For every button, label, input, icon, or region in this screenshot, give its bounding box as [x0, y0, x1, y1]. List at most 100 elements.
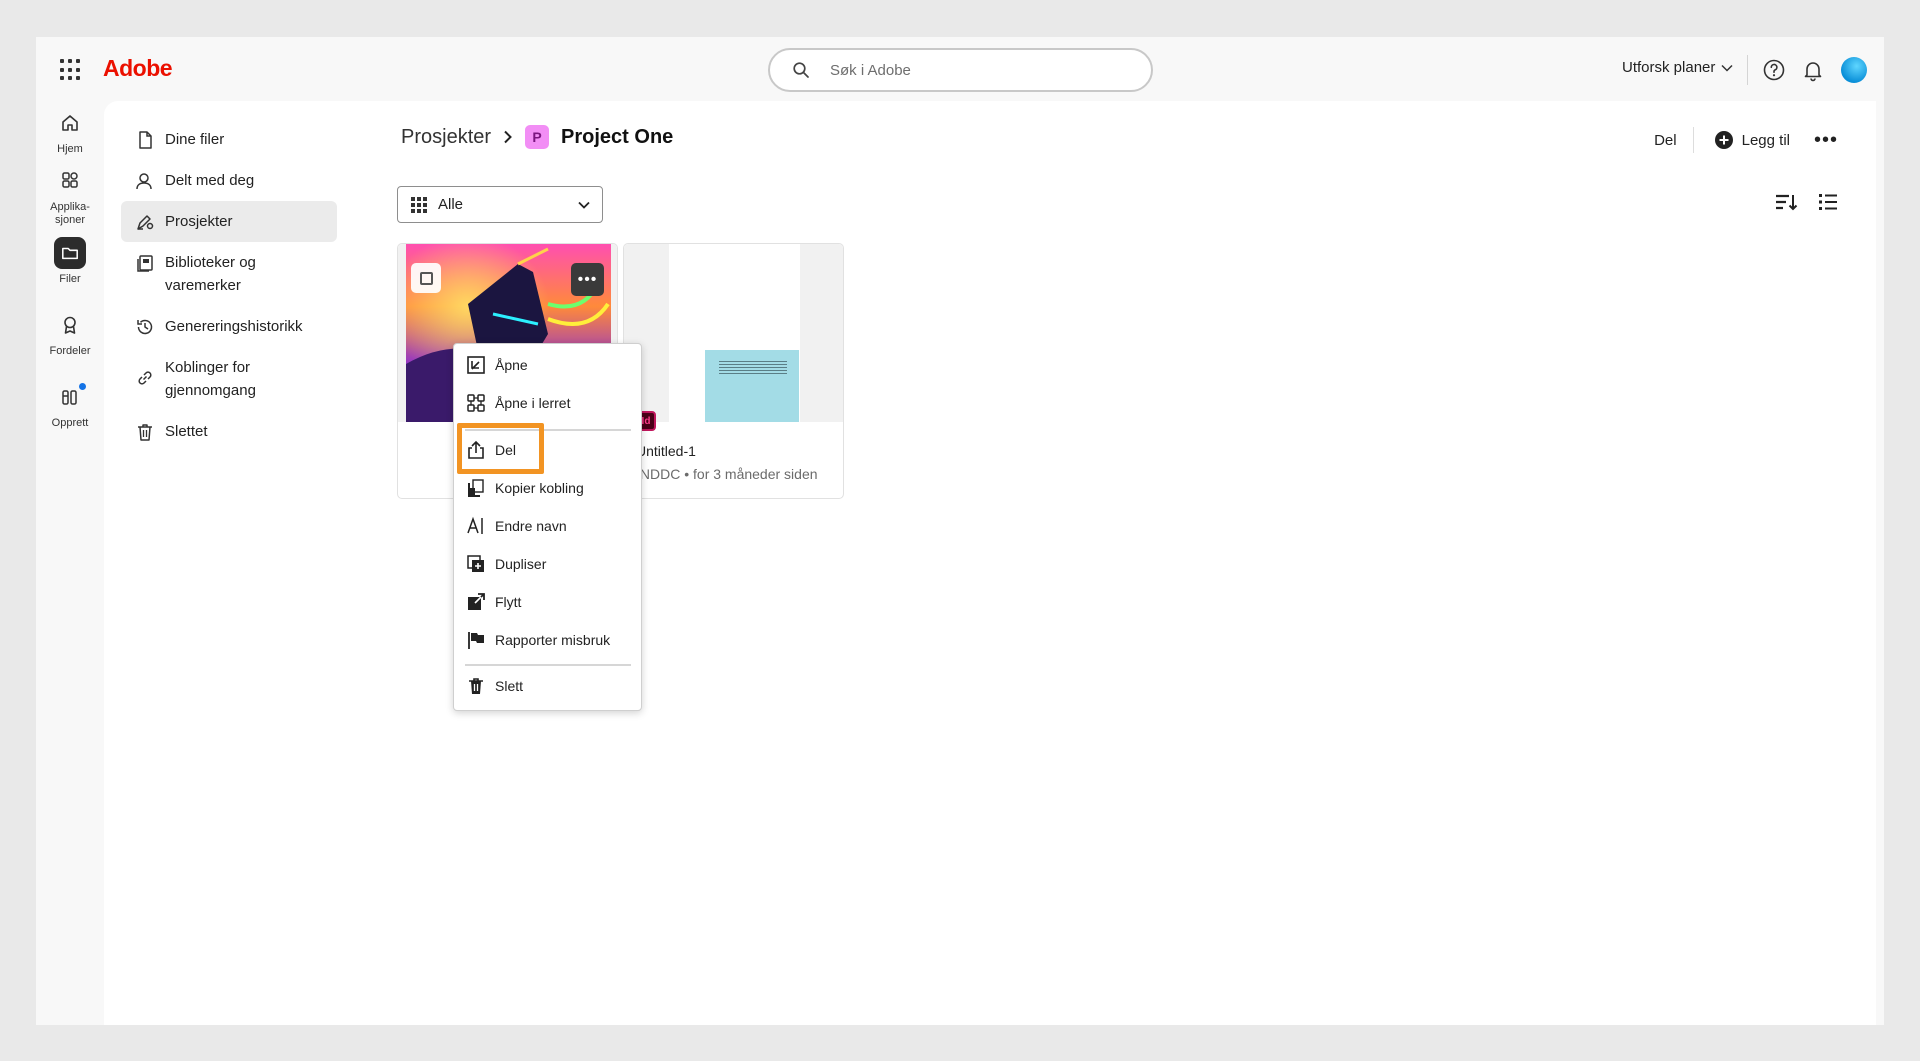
menu-item-open[interactable]: Åpne: [464, 351, 631, 379]
nav-label: Prosjekter: [165, 213, 233, 230]
award-icon: [64, 316, 76, 334]
card-more-options-icon[interactable]: •••: [571, 263, 604, 296]
rail-label: Fordeler: [49, 345, 91, 357]
top-bar: Adobe Utforsk planer: [36, 37, 1884, 101]
menu-item-copy-link[interactable]: Kopier kobling: [464, 474, 631, 502]
rail-item-benefits[interactable]: Fordeler: [36, 309, 104, 358]
add-label: Legg til: [1741, 131, 1790, 149]
folder-icon: [62, 247, 78, 260]
nav-item-your-files[interactable]: Dine filer: [121, 119, 337, 160]
nav-item-projects[interactable]: Prosjekter: [121, 201, 337, 242]
rail-item-apps[interactable]: Applika- sjoner: [36, 165, 104, 227]
rail-label: sjoner: [55, 214, 85, 226]
nav-label: Genereringshistorikk: [165, 318, 303, 335]
grid-icon: [411, 196, 427, 213]
context-menu: Åpne Åpne i lerret Del Kopier kobling En…: [453, 343, 642, 711]
menu-divider: [465, 429, 631, 431]
file-meta: INDDC • for 3 måneder siden: [636, 466, 818, 482]
open-icon: [467, 356, 485, 374]
document-text-frame: [705, 350, 799, 422]
search-input[interactable]: [830, 58, 1130, 82]
nav-item-review-links[interactable]: Koblinger for gjennomgang: [121, 347, 337, 411]
app-switcher-icon[interactable]: [60, 59, 82, 81]
chevron-down-icon: [578, 201, 590, 209]
notification-dot: [79, 383, 86, 390]
menu-label: Kopier kobling: [495, 480, 584, 496]
share-button[interactable]: Del: [1638, 132, 1693, 149]
nav-label: Slettet: [165, 423, 208, 440]
explore-plans-button[interactable]: Utforsk planer: [1622, 59, 1733, 76]
menu-item-share[interactable]: Del: [464, 436, 631, 464]
bell-icon[interactable]: [1801, 58, 1825, 82]
add-circle-icon: [1714, 131, 1733, 149]
rail-item-home[interactable]: Hjem: [36, 107, 104, 156]
help-icon[interactable]: [1762, 58, 1786, 82]
list-view-icon[interactable]: [1818, 191, 1838, 218]
menu-item-rename[interactable]: Endre navn: [464, 512, 631, 540]
file-thumbnail: [624, 244, 843, 422]
menu-label: Del: [495, 442, 517, 458]
main-panel: Dine filer Delt med deg Prosjekter Bibli…: [104, 101, 1876, 1025]
canvas-icon: [467, 394, 485, 412]
filter-dropdown[interactable]: Alle: [397, 186, 603, 223]
trash-icon: [138, 424, 152, 441]
more-options-icon[interactable]: •••: [1810, 129, 1842, 152]
rail-label: Opprett: [51, 417, 89, 429]
file-title: Untitled-1: [636, 443, 696, 459]
library-icon: [137, 255, 153, 272]
sort-icon[interactable]: [1774, 191, 1798, 218]
breadcrumb-projects-link[interactable]: Prosjekter: [401, 126, 491, 149]
divider: [1747, 55, 1748, 85]
rail-label: Hjem: [57, 143, 83, 155]
rail-label: Applika-: [50, 201, 90, 213]
nav-label: Dine filer: [165, 131, 225, 148]
menu-label: Slett: [495, 678, 524, 694]
text-lines: [719, 361, 787, 375]
menu-label: Åpne: [495, 357, 528, 373]
move-icon: [468, 593, 485, 610]
search-bar[interactable]: [768, 48, 1153, 92]
add-button[interactable]: Legg til: [1694, 130, 1810, 150]
app-window: Adobe Utforsk planer Hjem Applika- sjone…: [36, 37, 1884, 1025]
nav-item-deleted[interactable]: Slettet: [121, 411, 337, 452]
project-badge: P: [525, 125, 550, 149]
menu-label: Endre navn: [495, 518, 567, 534]
view-controls: [1774, 191, 1838, 218]
apps-icon: [62, 172, 78, 188]
nav-label-line1: Koblinger for: [165, 359, 251, 376]
nav-label: Delt med deg: [165, 172, 255, 189]
header-actions: Del Legg til •••: [1638, 127, 1842, 153]
flag-icon: [468, 632, 484, 649]
user-icon: [136, 173, 152, 190]
menu-divider: [465, 664, 631, 666]
nav-item-shared[interactable]: Delt med deg: [121, 160, 337, 201]
page-title: Project One: [561, 125, 674, 148]
nav-item-history[interactable]: Genereringshistorikk: [121, 306, 337, 347]
projects-icon: [137, 215, 154, 230]
menu-item-move[interactable]: Flytt: [464, 588, 631, 616]
menu-label: Flytt: [495, 594, 522, 610]
menu-item-open-in-canvas[interactable]: Åpne i lerret: [464, 389, 631, 417]
link-icon: [138, 371, 152, 385]
file-icon: [139, 131, 152, 149]
search-icon: [793, 62, 809, 78]
rename-icon: [467, 516, 483, 534]
menu-item-delete[interactable]: Slett: [464, 672, 631, 700]
nav-label: Biblioteker og varemerker: [165, 254, 256, 294]
rail-item-files[interactable]: Filer: [36, 237, 104, 286]
chevron-down-icon: [1721, 64, 1733, 72]
file-card[interactable]: Id Untitled-1 INDDC • for 3 måneder side…: [623, 243, 844, 499]
select-checkbox[interactable]: [411, 263, 441, 293]
menu-item-report-abuse[interactable]: Rapporter misbruk: [464, 626, 631, 654]
nav-label-line2: gjennomgang: [165, 382, 256, 399]
nav-item-libraries[interactable]: Biblioteker og varemerker: [121, 242, 337, 306]
document-page-preview: [669, 244, 800, 422]
nav-label: Koblinger for gjennomgang: [165, 356, 256, 402]
files-sidenav: Dine filer Delt med deg Prosjekter Bibli…: [121, 119, 337, 452]
rail-item-create[interactable]: Opprett: [36, 381, 104, 430]
adobe-logo[interactable]: Adobe: [103, 55, 173, 82]
menu-item-duplicate[interactable]: Dupliser: [464, 550, 631, 578]
breadcrumb: Prosjekter P Project One: [401, 125, 673, 149]
history-icon: [137, 319, 153, 335]
avatar[interactable]: [1841, 57, 1867, 83]
